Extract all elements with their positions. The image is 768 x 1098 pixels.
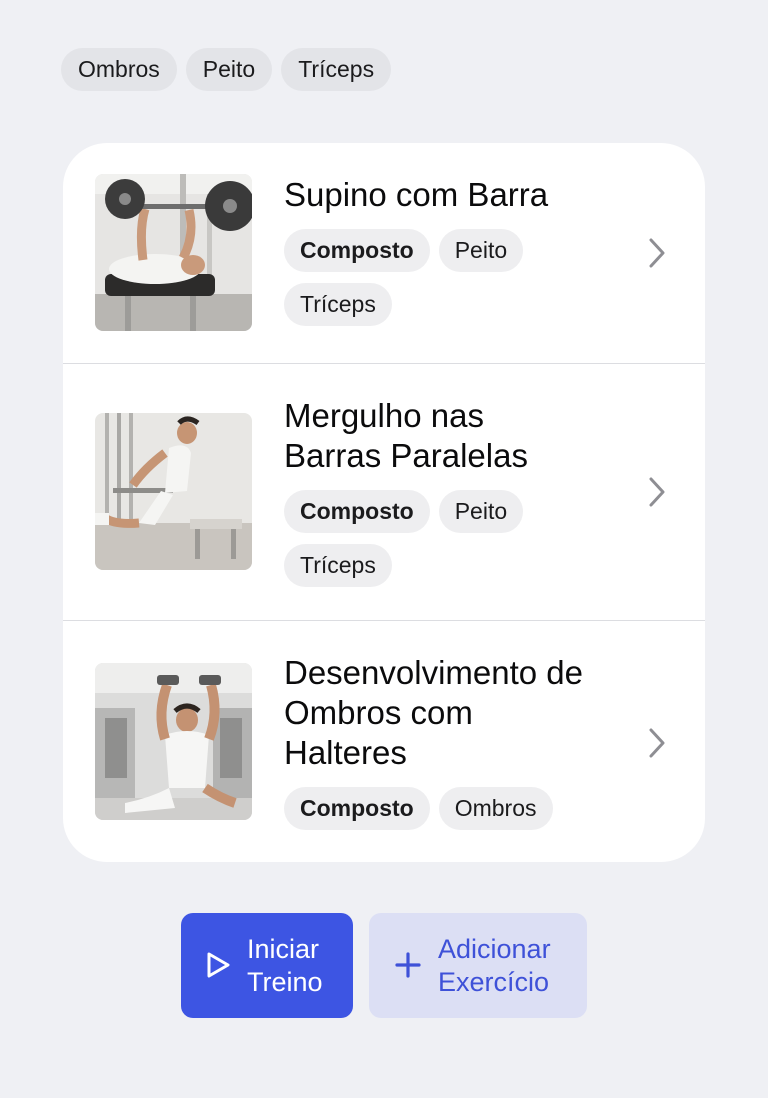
chevron-right-icon <box>649 238 665 268</box>
tag-composto: Composto <box>284 229 430 272</box>
exercise-tags: Composto Ombros <box>284 787 584 830</box>
filter-chip-ombros[interactable]: Ombros <box>61 48 177 91</box>
exercise-thumbnail-dips <box>95 413 252 570</box>
exercise-info: Desenvolvimento de Ombros com Halteres C… <box>284 653 584 830</box>
chevron-right-icon <box>649 728 665 758</box>
exercise-info: Mergulho nas Barras Paralelas Composto P… <box>284 396 584 587</box>
exercise-title: Supino com Barra <box>284 176 549 213</box>
exercise-list-card: Supino com Barra Composto Peito Tríceps <box>63 143 705 862</box>
start-workout-label: Iniciar Treino <box>247 934 323 997</box>
tag-composto: Composto <box>284 787 430 830</box>
tag-composto: Composto <box>284 490 430 533</box>
exercise-thumbnail-shoulder-press <box>95 663 252 820</box>
add-exercise-button[interactable]: Adicionar Exercício <box>369 913 587 1018</box>
filter-chip-peito[interactable]: Peito <box>185 48 273 91</box>
tag-peito: Peito <box>438 490 524 533</box>
exercise-thumbnail-bench-press <box>95 174 252 331</box>
filter-chip-triceps[interactable]: Tríceps <box>281 48 392 91</box>
tag-triceps: Tríceps <box>284 283 392 326</box>
tag-ombros: Ombros <box>438 787 553 830</box>
exercise-row-dips[interactable]: Mergulho nas Barras Paralelas Composto P… <box>63 364 705 620</box>
plus-icon <box>395 952 421 978</box>
tag-peito: Peito <box>438 229 524 272</box>
exercise-row-shoulder-press[interactable]: Desenvolvimento de Ombros com Halteres C… <box>63 621 705 862</box>
play-icon <box>207 952 230 978</box>
exercise-info: Supino com Barra Composto Peito Tríceps <box>284 175 584 326</box>
exercise-tags: Composto Peito Tríceps <box>284 229 584 326</box>
exercise-row-bench-press[interactable]: Supino com Barra Composto Peito Tríceps <box>63 143 705 363</box>
muscle-filter-chips: Ombros Peito Tríceps <box>61 48 392 91</box>
tag-triceps: Tríceps <box>284 544 392 587</box>
start-workout-button[interactable]: Iniciar Treino <box>181 913 353 1018</box>
exercise-title: Desenvolvimento de Ombros com Halteres <box>284 654 583 771</box>
exercise-tags: Composto Peito Tríceps <box>284 490 584 587</box>
add-exercise-label: Adicionar Exercício <box>438 934 551 997</box>
chevron-right-icon <box>649 477 665 507</box>
exercise-title: Mergulho nas Barras Paralelas <box>284 397 528 474</box>
